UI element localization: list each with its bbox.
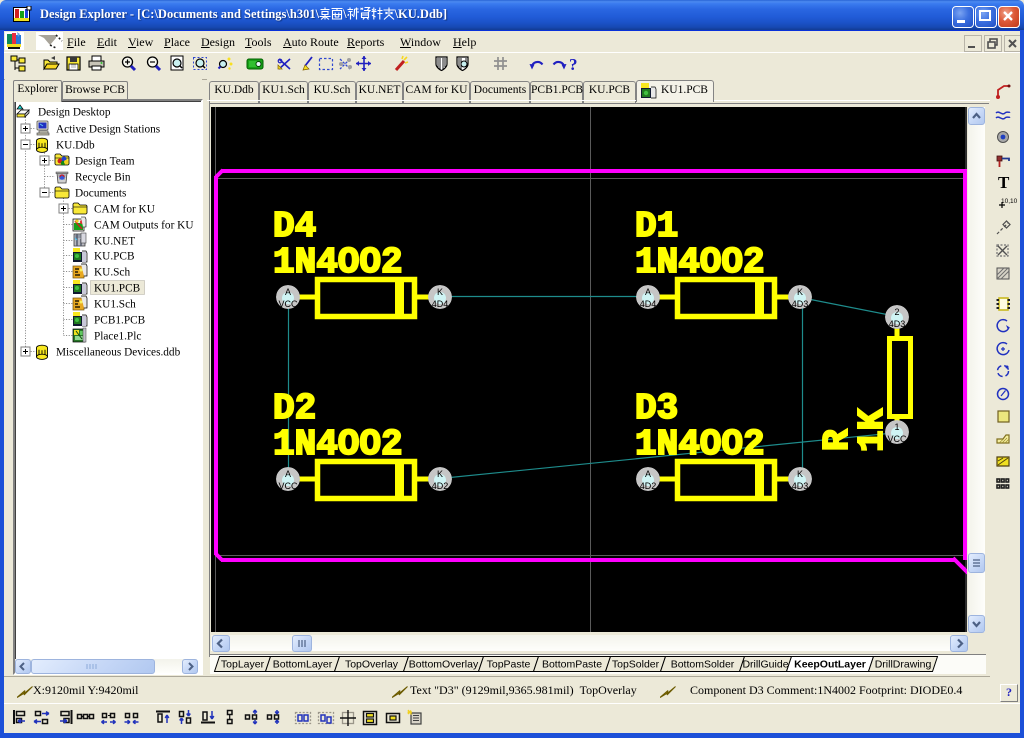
svg-text:Recycle Bin: Recycle Bin — [75, 172, 131, 184]
svg-text:1: 1 — [894, 422, 899, 432]
svg-text:2: 2 — [894, 307, 899, 317]
svg-text:4D3: 4D3 — [792, 299, 809, 309]
svg-text:KU.Ddb: KU.Ddb — [56, 140, 95, 152]
svg-text:K: K — [437, 287, 443, 297]
svg-text:PCB1.PCB: PCB1.PCB — [94, 315, 145, 327]
svg-text:Place1.Plc: Place1.Plc — [94, 331, 141, 343]
svg-text:BottomOverlay: BottomOverlay — [409, 659, 479, 671]
svg-text:Active Design Stations: Active Design Stations — [56, 124, 160, 136]
svg-text:A: A — [285, 469, 291, 479]
svg-text:TopLayer: TopLayer — [221, 659, 265, 671]
svg-text:KU1.PCB: KU1.PCB — [94, 283, 140, 295]
svg-text:4D3: 4D3 — [889, 319, 906, 329]
svg-text:Design Desktop: Design Desktop — [38, 107, 111, 119]
svg-text:KU1.Sch: KU1.Sch — [94, 299, 136, 311]
svg-text:TopSolder: TopSolder — [612, 659, 660, 671]
svg-text:Design Team: Design Team — [75, 156, 135, 168]
svg-text:DrillDrawing: DrillDrawing — [875, 659, 932, 671]
svg-text:KU.PCB: KU.PCB — [94, 251, 135, 263]
svg-text:BottomSolder: BottomSolder — [671, 659, 735, 671]
svg-text:A: A — [645, 287, 651, 297]
svg-text:4D4: 4D4 — [640, 299, 657, 309]
svg-text:DrillGuide: DrillGuide — [742, 659, 788, 671]
svg-text:Documents: Documents — [75, 188, 126, 200]
svg-text:A: A — [285, 287, 291, 297]
svg-text:?: ? — [569, 55, 578, 74]
svg-text:K: K — [437, 469, 443, 479]
svg-text:TopPaste: TopPaste — [487, 659, 531, 671]
svg-text:BottomLayer: BottomLayer — [273, 659, 333, 671]
svg-text:D1: D1 — [635, 206, 678, 247]
svg-text:BottomPaste: BottomPaste — [542, 659, 602, 671]
svg-text:1N4OO2: 1N4OO2 — [635, 424, 765, 465]
svg-text:KeepOutLayer: KeepOutLayer — [794, 659, 866, 671]
svg-text:1N4OO2: 1N4OO2 — [273, 424, 403, 465]
svg-text:1N4OO2: 1N4OO2 — [273, 242, 403, 283]
svg-text:4D3: 4D3 — [792, 481, 809, 491]
svg-text:K: K — [797, 287, 803, 297]
svg-text:D3: D3 — [635, 388, 678, 429]
svg-text:4D2: 4D2 — [640, 481, 657, 491]
svg-text:Miscellaneous Devices.ddb: Miscellaneous Devices.ddb — [56, 347, 181, 359]
svg-text:10,10: 10,10 — [1001, 198, 1018, 205]
svg-text:TopOverlay: TopOverlay — [345, 659, 399, 671]
svg-text:KU.Sch: KU.Sch — [94, 267, 130, 279]
svg-text:4D4: 4D4 — [432, 299, 449, 309]
svg-text:4D2: 4D2 — [432, 481, 449, 491]
svg-text:D2: D2 — [273, 388, 316, 429]
svg-text:1N4OO2: 1N4OO2 — [635, 242, 765, 283]
svg-text:A: A — [645, 469, 651, 479]
svg-text:T: T — [998, 173, 1010, 192]
svg-text:K: K — [797, 469, 803, 479]
svg-text:D4: D4 — [273, 206, 316, 247]
svg-text:CAM Outputs for KU: CAM Outputs for KU — [94, 220, 193, 232]
svg-text:KU.NET: KU.NET — [94, 236, 135, 248]
svg-text:CAM for KU: CAM for KU — [94, 204, 155, 216]
